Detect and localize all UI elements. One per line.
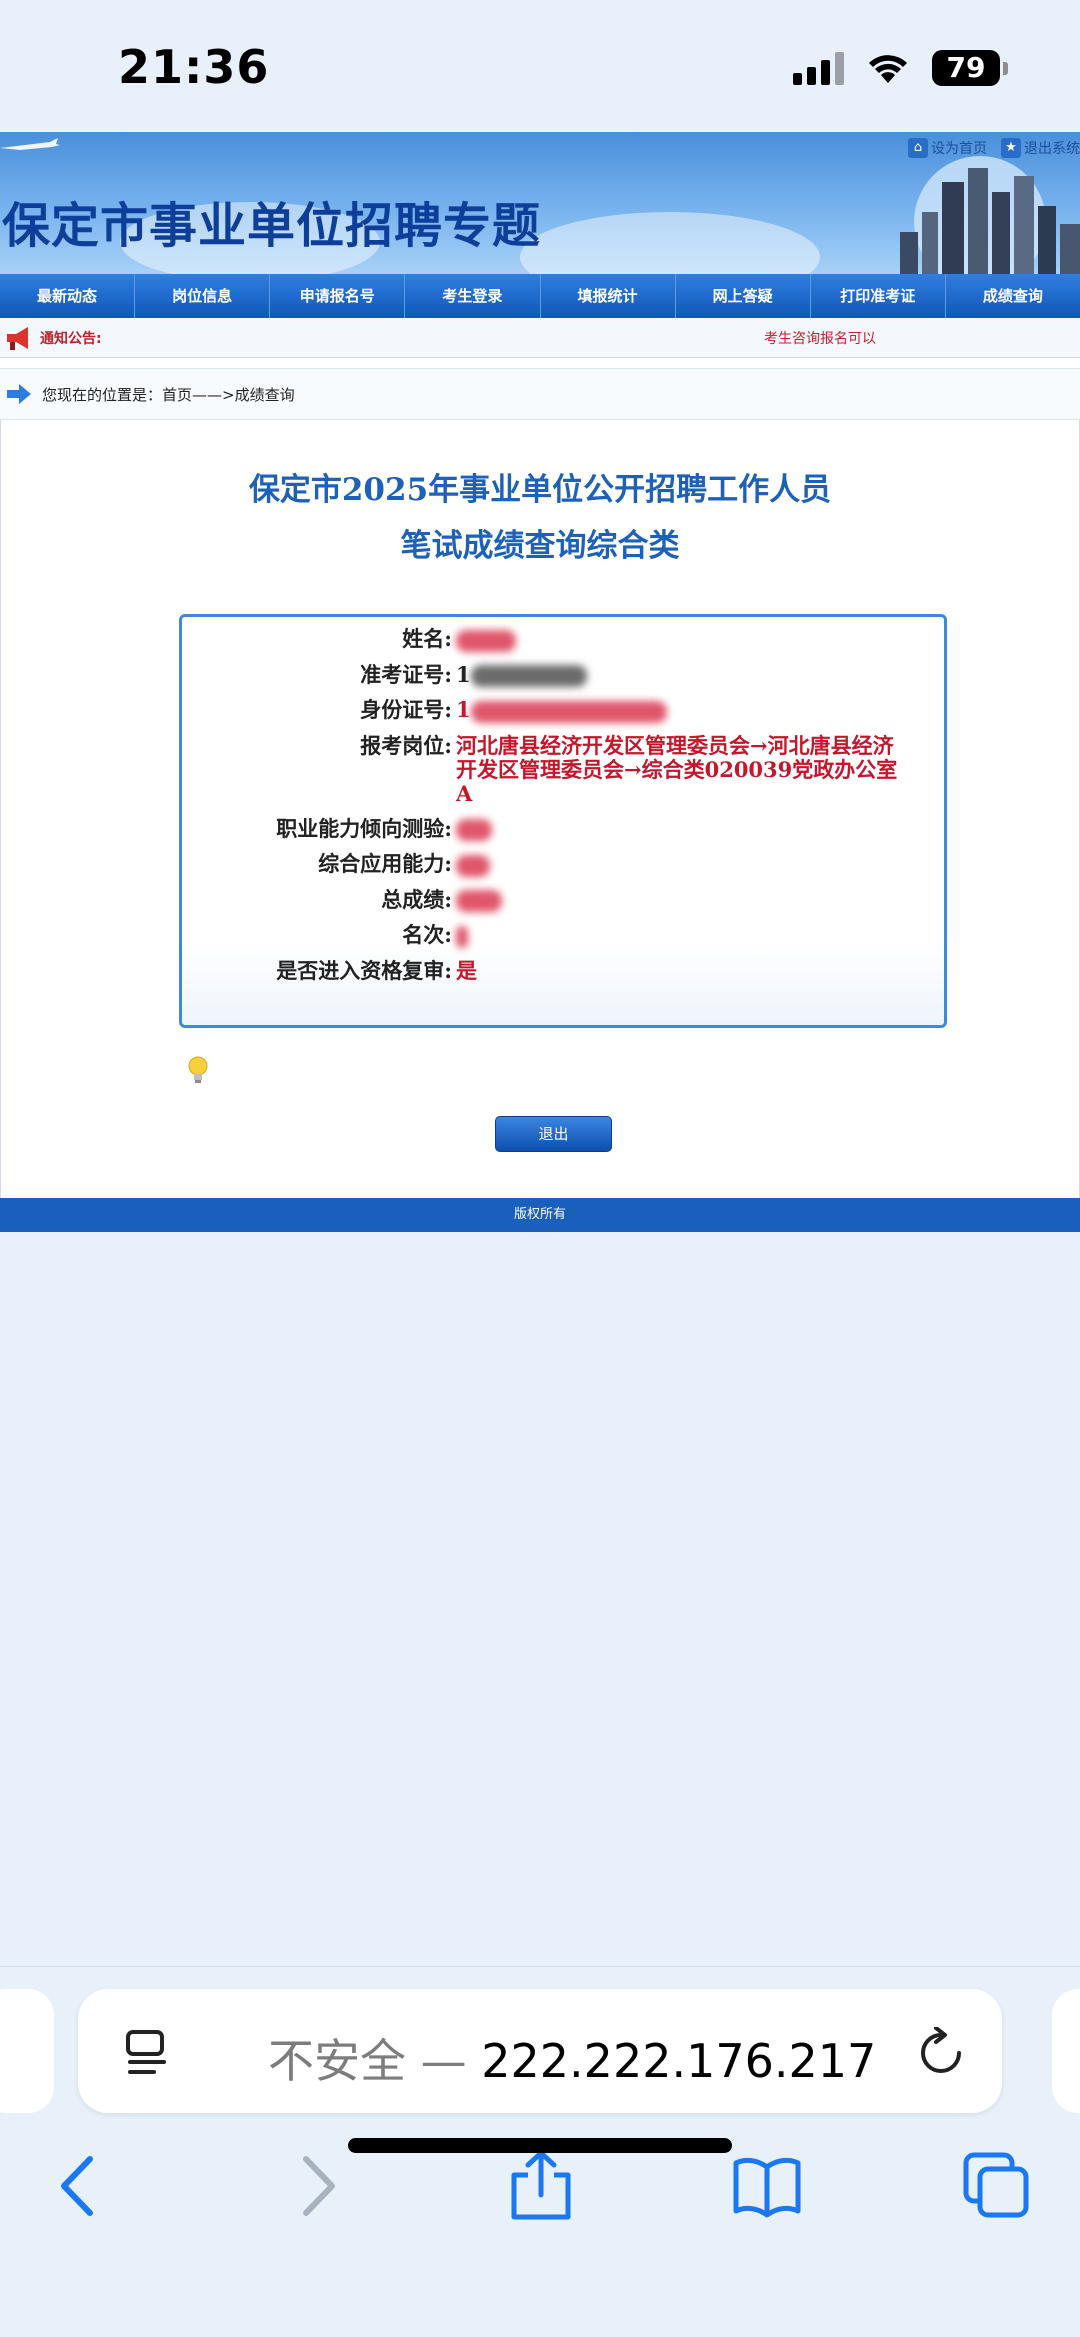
nav-statistics[interactable]: 填报统计 bbox=[541, 274, 676, 318]
score-result-panel: 保定市2025年事业单位公开招聘工作人员 笔试成绩查询综合类 姓名: 准考证号:… bbox=[0, 420, 1080, 1200]
redacted-ticket-number bbox=[470, 665, 587, 687]
field-ticket-number: 准考证号: 1 bbox=[182, 662, 944, 687]
main-nav: 最新动态 岗位信息 申请报名号 考生登录 填报统计 网上答疑 打印准考证 成绩查… bbox=[0, 274, 1080, 318]
field-review-qualification: 是否进入资格复审: 是 bbox=[182, 957, 944, 983]
city-skyline-graphic bbox=[900, 156, 1080, 274]
status-indicators: 79 bbox=[793, 50, 1008, 86]
redacted-name bbox=[456, 629, 516, 652]
tabs-icon[interactable] bbox=[962, 2151, 1032, 2221]
redacted-comprehensive-score bbox=[456, 854, 490, 877]
previous-tab-preview[interactable] bbox=[0, 1989, 54, 2113]
status-bar: 21:36 79 bbox=[0, 0, 1080, 132]
wifi-icon bbox=[869, 55, 907, 83]
site-title: 保定市事业单位招聘专题 bbox=[2, 198, 542, 254]
field-rank: 名次: bbox=[182, 923, 944, 948]
status-time: 21:36 bbox=[118, 40, 270, 94]
address-bar[interactable]: 不安全 — 222.222.176.217 bbox=[78, 1989, 1002, 2113]
url-text[interactable]: 不安全 — 222.222.176.217 bbox=[268, 2025, 876, 2091]
notice-label: 通知公告: bbox=[40, 330, 102, 347]
battery-level: 79 bbox=[932, 50, 1000, 86]
field-id-number: 身份证号: 1 bbox=[182, 698, 944, 723]
field-position: 报考岗位: 河北唐县经济开发区管理委员会→河北唐县经济开发区管理委员会→综合类0… bbox=[182, 732, 944, 806]
redacted-aptitude-score bbox=[456, 819, 492, 841]
nav-positions[interactable]: 岗位信息 bbox=[135, 274, 271, 318]
megaphone-icon bbox=[7, 326, 28, 350]
nav-candidate-login[interactable]: 考生登录 bbox=[405, 274, 541, 318]
site-banner: 保定市事业单位招聘专题 ⌂ 设为首页 ★ 退出系统 bbox=[0, 132, 1080, 274]
reload-icon[interactable] bbox=[918, 2027, 964, 2077]
nav-latest-news[interactable]: 最新动态 bbox=[0, 274, 136, 318]
page-menu-icon[interactable] bbox=[124, 2029, 170, 2077]
nav-apply-number[interactable]: 申请报名号 bbox=[270, 274, 406, 318]
page-title: 保定市2025年事业单位公开招聘工作人员 笔试成绩查询综合类 bbox=[248, 472, 832, 564]
home-indicator[interactable] bbox=[348, 2138, 732, 2153]
airplane-icon bbox=[0, 138, 60, 150]
breadcrumb-bar: 您现在的位置是：首页——>成绩查询 bbox=[0, 368, 1080, 420]
field-name: 姓名: bbox=[182, 627, 944, 652]
notice-marquee[interactable]: 考生咨询报名可以 bbox=[764, 328, 876, 348]
url-address: 222.222.176.217 bbox=[481, 2034, 877, 2088]
web-page: 保定市事业单位招聘专题 ⌂ 设为首页 ★ 退出系统 最新动态 岗位信息 申请报名… bbox=[0, 132, 1080, 1232]
field-comprehensive-ability: 综合应用能力: bbox=[182, 852, 944, 877]
breadcrumb: 您现在的位置是：首页——>成绩查询 bbox=[42, 385, 295, 404]
security-label: 不安全 bbox=[268, 2034, 406, 2088]
share-icon[interactable] bbox=[506, 2151, 576, 2221]
nav-print-ticket[interactable]: 打印准考证 bbox=[811, 274, 946, 318]
review-status-value: 是 bbox=[456, 957, 477, 983]
back-icon[interactable] bbox=[46, 2151, 116, 2221]
nav-score-query[interactable]: 成绩查询 bbox=[946, 274, 1080, 318]
result-box: 姓名: 准考证号: 1 身份证号: 1 报考岗位: 河北唐县经济开发区管理委员会… bbox=[179, 614, 947, 1028]
lightbulb-icon bbox=[188, 1056, 208, 1083]
notice-bar: 通知公告: 考生咨询报名可以 bbox=[0, 318, 1080, 358]
battery-icon: 79 bbox=[932, 50, 1008, 86]
browser-toolbar bbox=[0, 2151, 1080, 2231]
redacted-total-score bbox=[456, 890, 502, 912]
bookmarks-icon[interactable] bbox=[732, 2151, 802, 2221]
redacted-rank bbox=[456, 925, 468, 948]
field-total-score: 总成绩: bbox=[182, 887, 944, 912]
field-aptitude-test: 职业能力倾向测验: bbox=[182, 816, 944, 841]
nav-online-qa[interactable]: 网上答疑 bbox=[676, 274, 811, 318]
site-footer: 版权所有 bbox=[0, 1198, 1080, 1232]
position-value: 河北唐县经济开发区管理委员会→河北唐县经济开发区管理委员会→综合类020039党… bbox=[456, 732, 898, 806]
cellular-signal-icon bbox=[793, 51, 844, 85]
forward-icon[interactable] bbox=[280, 2151, 350, 2221]
next-tab-preview[interactable] bbox=[1052, 1989, 1080, 2113]
arrow-right-icon bbox=[7, 384, 31, 404]
exit-button[interactable]: 退出 bbox=[495, 1116, 612, 1152]
redacted-id-number bbox=[470, 700, 667, 723]
